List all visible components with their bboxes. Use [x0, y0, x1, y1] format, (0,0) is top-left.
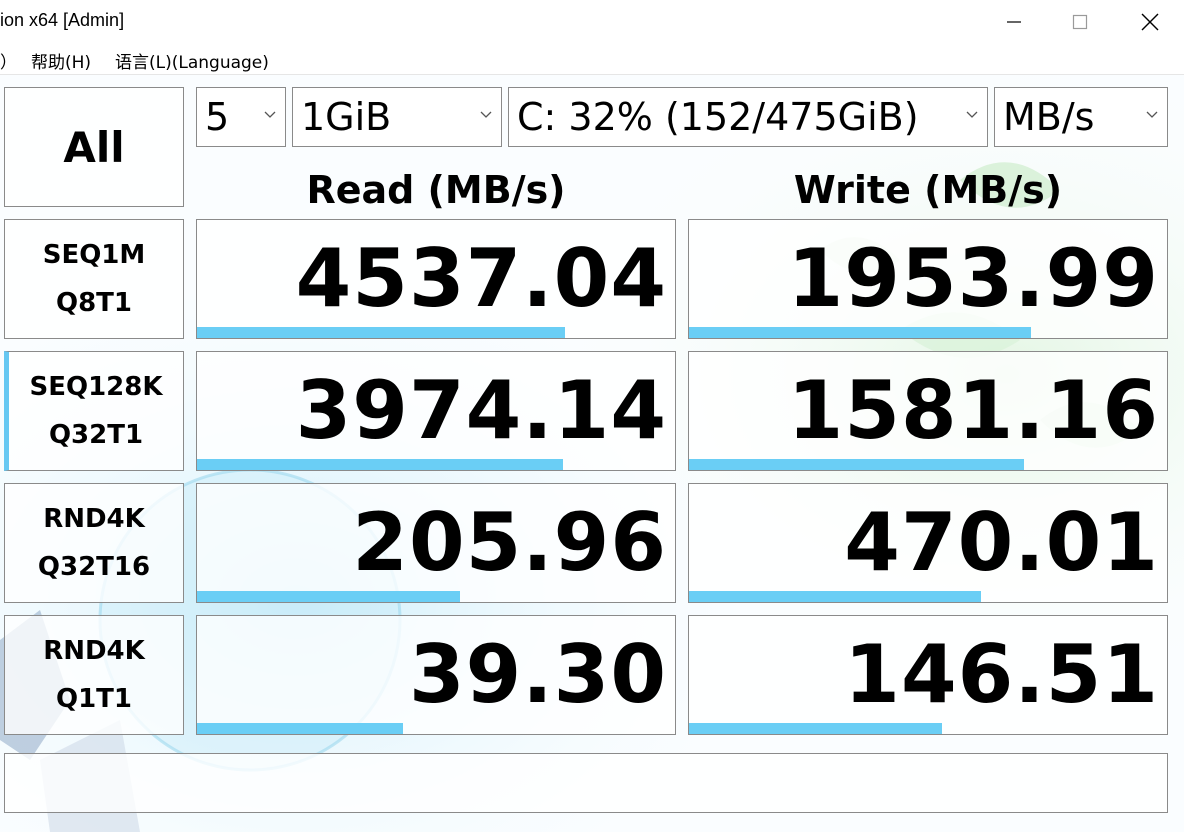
test-label-line2: Q1T1	[55, 684, 133, 714]
drive-value: C: 32% (152/475GiB)	[517, 95, 919, 139]
result-read-seq1m: 4537.04	[196, 219, 676, 339]
menu-item-help[interactable]: 帮助(H)	[31, 48, 91, 73]
read-value: 39.30	[408, 628, 667, 721]
minimize-icon	[1007, 21, 1021, 23]
test-label-line1: RND4K	[43, 504, 145, 534]
write-value: 1953.99	[787, 232, 1159, 325]
drive-select[interactable]: C: 32% (152/475GiB)	[508, 87, 988, 147]
test-count-select[interactable]: 5	[196, 87, 286, 147]
result-read-rnd4k-q1t1: 39.30	[196, 615, 676, 735]
chevron-down-icon	[966, 111, 978, 118]
result-write-rnd4k-q1t1: 146.51	[688, 615, 1168, 735]
test-count-value: 5	[205, 95, 230, 139]
write-value: 1581.16	[787, 364, 1159, 457]
benchmark-panel: All 5 1GiB C: 32% (152/475GiB) MB/s Read…	[0, 75, 1184, 832]
test-button-seq1m-q8t1[interactable]: SEQ1M Q8T1	[4, 219, 184, 339]
read-value: 4537.04	[295, 232, 667, 325]
maximize-button[interactable]	[1050, 0, 1110, 44]
read-header: Read (MB/s)	[306, 168, 566, 212]
test-label-line1: SEQ1M	[42, 240, 146, 270]
read-value: 205.96	[352, 496, 667, 589]
write-progress-bar	[689, 591, 981, 602]
read-progress-bar	[197, 723, 403, 734]
write-progress-bar	[689, 327, 1031, 338]
menu-item-partial[interactable]: ）	[0, 48, 17, 73]
test-label-line2: Q8T1	[55, 288, 133, 318]
result-write-rnd4k-q32t16: 470.01	[688, 483, 1168, 603]
menu-bar: ） 帮助(H) 语言(L)(Language)	[0, 44, 1184, 75]
all-button-label: All	[63, 122, 125, 172]
result-write-seq128k: 1581.16	[688, 351, 1168, 471]
result-read-rnd4k-q32t16: 205.96	[196, 483, 676, 603]
all-button[interactable]: All	[4, 87, 184, 207]
result-write-seq1m: 1953.99	[688, 219, 1168, 339]
test-size-select[interactable]: 1GiB	[292, 87, 502, 147]
unit-value: MB/s	[1003, 95, 1095, 139]
write-value: 146.51	[844, 628, 1159, 721]
unit-select[interactable]: MB/s	[994, 87, 1168, 147]
test-button-rnd4k-q32t16[interactable]: RND4K Q32T16	[4, 483, 184, 603]
close-button[interactable]	[1120, 0, 1180, 44]
test-size-value: 1GiB	[301, 95, 392, 139]
read-progress-bar	[197, 327, 566, 338]
test-label-line1: SEQ128K	[29, 372, 163, 402]
close-icon	[1141, 13, 1159, 31]
test-label-line2: Q32T16	[37, 552, 151, 582]
chevron-down-icon	[264, 111, 276, 118]
comment-field[interactable]	[4, 753, 1168, 813]
read-value: 3974.14	[295, 364, 667, 457]
maximize-icon	[1072, 14, 1088, 30]
read-progress-bar	[197, 459, 564, 470]
minimize-button[interactable]	[984, 0, 1044, 44]
write-value: 470.01	[844, 496, 1159, 589]
write-header: Write (MB/s)	[793, 168, 1063, 212]
window-title: ion x64 [Admin]	[0, 10, 125, 30]
title-bar: ion x64 [Admin]	[0, 0, 1184, 44]
result-read-seq128k: 3974.14	[196, 351, 676, 471]
test-label-line1: RND4K	[43, 636, 145, 666]
chevron-down-icon	[480, 111, 492, 118]
test-button-rnd4k-q1t1[interactable]: RND4K Q1T1	[4, 615, 184, 735]
menu-item-language[interactable]: 语言(L)(Language)	[115, 48, 269, 73]
test-button-seq128k-q32t1[interactable]: SEQ128K Q32T1	[4, 351, 184, 471]
write-progress-bar	[689, 459, 1024, 470]
test-label-line2: Q32T1	[48, 420, 144, 450]
write-progress-bar	[689, 723, 943, 734]
chevron-down-icon	[1146, 111, 1158, 118]
read-progress-bar	[197, 591, 460, 602]
